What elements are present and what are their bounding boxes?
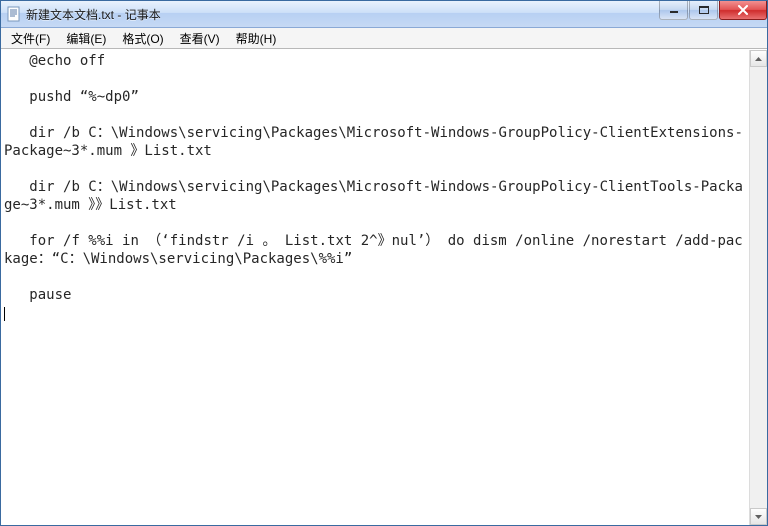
menu-file[interactable]: 文件(F) <box>3 29 58 48</box>
scroll-track[interactable] <box>750 67 767 508</box>
maximize-button[interactable] <box>689 1 718 20</box>
menu-format[interactable]: 格式(O) <box>114 29 171 48</box>
titlebar[interactable]: 新建文本文档.txt - 记事本 <box>1 1 767 28</box>
editor-content: @echo off pushd “%~dp0” dir /b C：\Window… <box>4 53 743 303</box>
notepad-window: 新建文本文档.txt - 记事本 文件(F) 编辑(E) 格式(O) 查看(V)… <box>0 0 768 526</box>
close-button[interactable] <box>719 1 767 20</box>
text-editor[interactable]: @echo off pushd “%~dp0” dir /b C：\Window… <box>1 50 749 525</box>
client-area: @echo off pushd “%~dp0” dir /b C：\Window… <box>1 49 767 525</box>
notepad-app-icon <box>7 6 21 22</box>
minimize-button[interactable] <box>659 1 688 20</box>
scroll-up-button[interactable] <box>750 50 767 67</box>
scroll-down-button[interactable] <box>750 508 767 525</box>
window-title: 新建文本文档.txt - 记事本 <box>26 6 767 23</box>
menubar: 文件(F) 编辑(E) 格式(O) 查看(V) 帮助(H) <box>1 28 767 49</box>
menu-edit[interactable]: 编辑(E) <box>58 29 114 48</box>
window-controls <box>659 1 767 27</box>
menu-view[interactable]: 查看(V) <box>172 29 228 48</box>
menu-help[interactable]: 帮助(H) <box>228 29 285 48</box>
vertical-scrollbar[interactable] <box>749 50 767 525</box>
text-cursor <box>4 304 5 322</box>
